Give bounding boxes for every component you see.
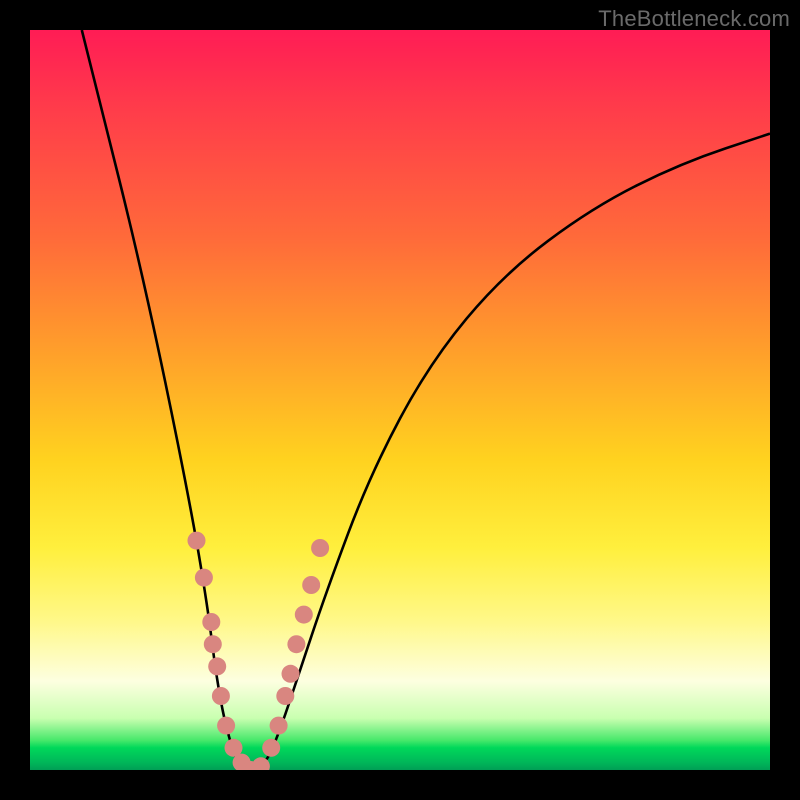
bottleneck-curve <box>82 30 770 768</box>
outer-frame: TheBottleneck.com <box>0 0 800 800</box>
marker-dot <box>242 761 260 770</box>
marker-dot <box>202 613 220 631</box>
marker-dot <box>262 739 280 757</box>
marker-dot <box>252 757 270 770</box>
marker-dot <box>212 687 230 705</box>
marker-dot <box>233 754 251 770</box>
marker-layer <box>188 532 330 770</box>
marker-dot <box>302 576 320 594</box>
marker-dot <box>311 539 329 557</box>
marker-dot <box>204 635 222 653</box>
marker-dot <box>195 569 213 587</box>
marker-dot <box>276 687 294 705</box>
marker-dot <box>208 657 226 675</box>
marker-dot <box>295 606 313 624</box>
marker-dot <box>225 739 243 757</box>
marker-dot <box>287 635 305 653</box>
marker-dot <box>282 665 300 683</box>
plot-area <box>30 30 770 770</box>
marker-dot <box>217 717 235 735</box>
watermark-text: TheBottleneck.com <box>598 6 790 32</box>
chart-svg <box>30 30 770 770</box>
marker-dot <box>270 717 288 735</box>
marker-dot <box>188 532 206 550</box>
